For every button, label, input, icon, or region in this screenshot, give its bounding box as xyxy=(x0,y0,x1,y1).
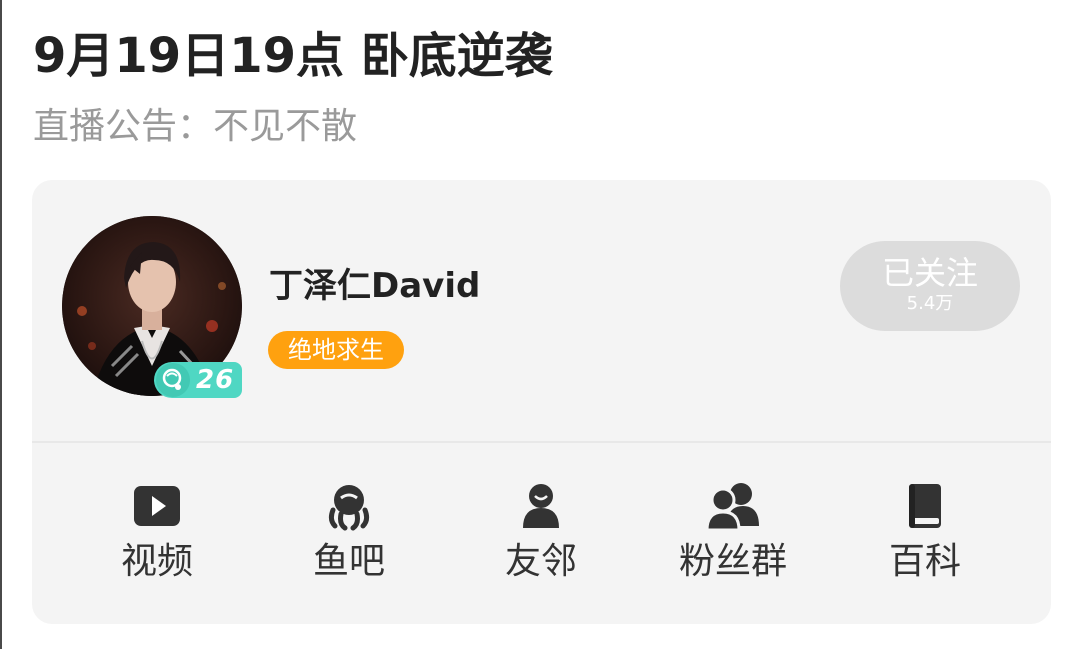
category-tag[interactable]: 绝地求生 xyxy=(268,331,404,369)
nav-label: 鱼吧 xyxy=(312,541,385,582)
group-icon xyxy=(705,483,759,532)
person-icon xyxy=(523,484,559,528)
room-title: 9月19日19点 卧底逆袭 xyxy=(33,28,553,84)
book-icon xyxy=(909,484,941,528)
level-number: 26 xyxy=(196,365,235,395)
avatar-container[interactable]: 26 xyxy=(62,216,242,398)
divider xyxy=(32,441,1051,443)
nav-item-video[interactable]: 视频 xyxy=(77,480,237,590)
streamer-name[interactable]: 丁泽仁David xyxy=(269,264,480,308)
nav-label: 视频 xyxy=(120,541,193,582)
nav-item-fish-bar[interactable]: 鱼吧 xyxy=(269,480,429,590)
window-left-edge xyxy=(0,0,2,649)
room-notice: 直播公告：不见不散 xyxy=(33,106,358,147)
nav-item-wiki[interactable]: 百科 xyxy=(845,480,1005,590)
streamer-card: 26 丁泽仁David 绝地求生 已关注 5.4万 视频 鱼吧 友邻 粉丝群 百… xyxy=(32,180,1051,624)
fish-ball-icon xyxy=(156,363,190,397)
nav-item-neighbors[interactable]: 友邻 xyxy=(461,480,621,590)
nav-label: 百科 xyxy=(888,541,961,582)
nav-item-fan-group[interactable]: 粉丝群 xyxy=(653,480,813,590)
nav-label: 粉丝群 xyxy=(678,541,787,582)
nav-label: 友邻 xyxy=(504,541,577,582)
follow-label: 已关注 xyxy=(881,254,978,292)
level-badge: 26 xyxy=(154,362,242,398)
fish-bar-icon xyxy=(328,485,370,531)
follow-button[interactable]: 已关注 5.4万 xyxy=(840,241,1020,331)
video-play-icon xyxy=(134,486,180,526)
follower-count: 5.4万 xyxy=(906,293,954,314)
